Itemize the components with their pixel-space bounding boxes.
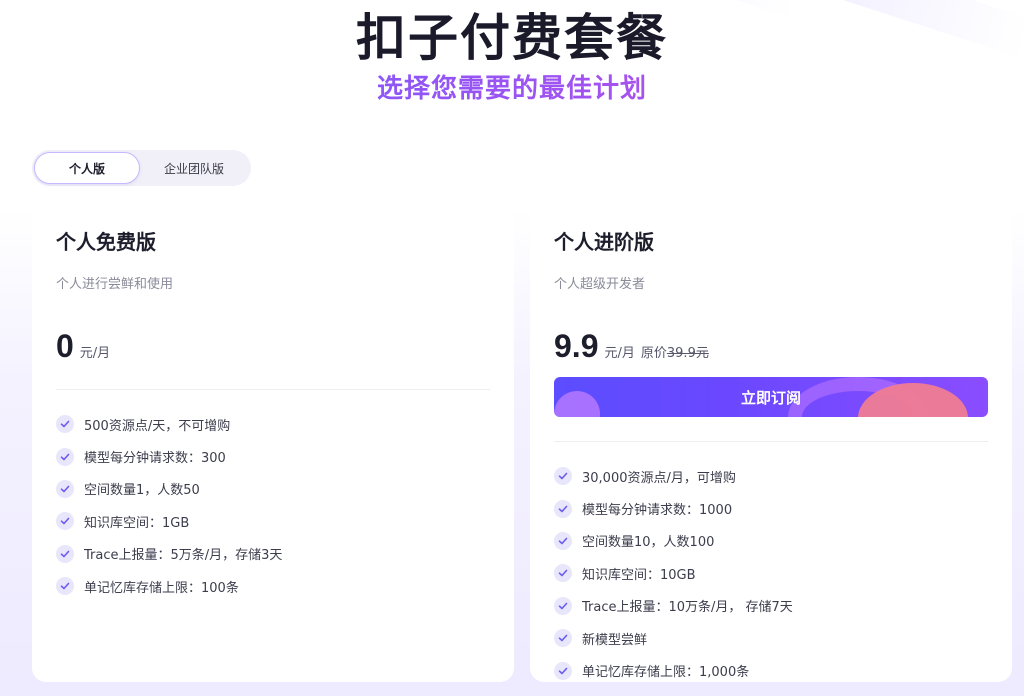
- plan-card-advanced: 个人进阶版 个人超级开发者 9.9 元/月 原价 39.9元 立即订阅 30,0…: [530, 198, 1012, 682]
- feature-item: 单记忆库存储上限：100条: [56, 570, 490, 602]
- feature-text: 单记忆库存储上限：1,000条: [582, 665, 750, 681]
- feature-item: 模型每分钟请求数：1000: [554, 492, 988, 524]
- check-icon: [554, 596, 572, 615]
- check-icon: [56, 415, 74, 434]
- plan-card-free: 个人免费版 个人进行尝鲜和使用 0 元/月 500资源点/天，不可增购 模型每分…: [32, 198, 514, 682]
- feature-item: 空间数量1，人数50: [56, 473, 490, 505]
- check-icon: [56, 479, 74, 498]
- page-title: 扣子付费套餐: [356, 9, 668, 67]
- feature-item: 500资源点/天，不可增购: [56, 408, 490, 440]
- check-icon: [554, 564, 572, 583]
- feature-text: Trace上报量：10万条/月， 存储7天: [582, 600, 793, 616]
- feature-item: Trace上报量：10万条/月， 存储7天: [554, 590, 988, 622]
- check-icon: [554, 531, 572, 550]
- price-unit: 元/月: [604, 346, 635, 361]
- button-decoration: [554, 391, 600, 417]
- feature-text: 知识库空间：1GB: [84, 515, 190, 531]
- page-subtitle: 选择您需要的最佳计划: [0, 72, 1024, 106]
- check-icon: [554, 661, 572, 680]
- page-header: 扣子付费套餐 选择您需要的最佳计划: [0, 0, 1024, 106]
- original-price-label: 原价: [640, 346, 667, 361]
- feature-item: Trace上报量：5万条/月，存储3天: [56, 538, 490, 570]
- feature-list: 30,000资源点/月，可增购 模型每分钟请求数：1000 空间数量10，人数1…: [554, 460, 988, 687]
- feature-item: 知识库空间：10GB: [554, 557, 988, 589]
- price-row: 0 元/月: [56, 328, 490, 365]
- subscribe-button[interactable]: 立即订阅: [554, 377, 988, 417]
- plan-name: 个人进阶版: [554, 230, 654, 254]
- check-icon: [56, 512, 74, 531]
- feature-text: Trace上报量：5万条/月，存储3天: [84, 548, 283, 564]
- tab-personal[interactable]: 个人版: [34, 152, 140, 184]
- subscribe-label: 立即订阅: [740, 388, 801, 407]
- check-icon: [56, 447, 74, 466]
- check-icon: [554, 629, 572, 648]
- check-icon: [554, 499, 572, 518]
- price-row: 9.9 元/月 原价 39.9元: [554, 328, 988, 365]
- feature-text: 空间数量10，人数100: [582, 535, 715, 551]
- divider: [56, 389, 490, 390]
- plan-price: 9.9: [554, 328, 599, 364]
- check-icon: [56, 544, 74, 563]
- original-price: 39.9元: [666, 346, 709, 361]
- check-icon: [56, 577, 74, 596]
- feature-item: 单记忆库存储上限：1,000条: [554, 654, 988, 686]
- divider: [554, 441, 988, 442]
- tab-enterprise[interactable]: 企业团队版: [140, 152, 248, 184]
- feature-text: 知识库空间：10GB: [582, 567, 696, 583]
- price-unit: 元/月: [79, 346, 111, 361]
- feature-text: 模型每分钟请求数：1000: [582, 503, 733, 519]
- feature-text: 单记忆库存储上限：100条: [84, 580, 239, 596]
- feature-text: 新模型尝鲜: [582, 632, 648, 648]
- feature-text: 模型每分钟请求数：300: [84, 451, 226, 467]
- check-icon: [554, 467, 572, 486]
- feature-text: 500资源点/天，不可增购: [84, 418, 231, 434]
- feature-list: 500资源点/天，不可增购 模型每分钟请求数：300 空间数量1，人数50 知识…: [56, 408, 490, 602]
- feature-item: 30,000资源点/月，可增购: [554, 460, 988, 492]
- feature-item: 新模型尝鲜: [554, 622, 988, 654]
- plan-description: 个人进行尝鲜和使用: [56, 277, 174, 292]
- feature-item: 空间数量10，人数100: [554, 525, 988, 557]
- feature-text: 30,000资源点/月，可增购: [582, 470, 736, 486]
- plan-type-tabs: 个人版 企业团队版: [32, 150, 251, 186]
- feature-item: 知识库空间：1GB: [56, 505, 490, 537]
- plan-price: 0: [56, 328, 74, 364]
- plan-description: 个人超级开发者: [554, 277, 646, 292]
- feature-item: 模型每分钟请求数：300: [56, 440, 490, 472]
- plan-name: 个人免费版: [56, 230, 156, 254]
- feature-text: 空间数量1，人数50: [84, 483, 200, 499]
